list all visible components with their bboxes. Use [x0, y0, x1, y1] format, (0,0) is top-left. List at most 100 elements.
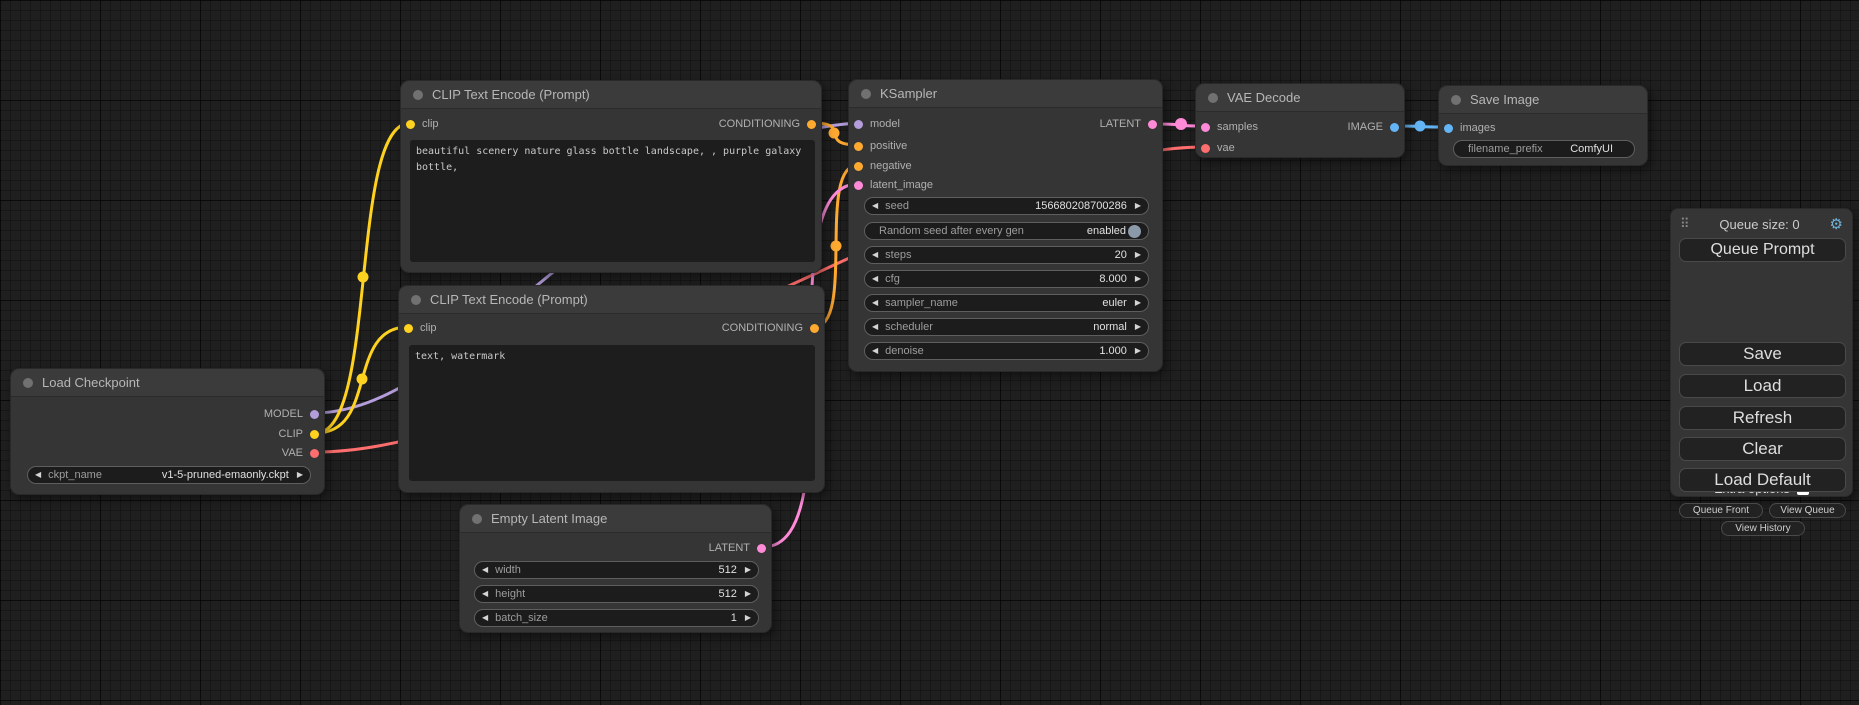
- model-slot-icon[interactable]: [854, 120, 863, 129]
- increment-arrow-icon[interactable]: ▶: [1135, 347, 1141, 355]
- widget-denoise[interactable]: ◀ denoise 1.000 ▶: [864, 342, 1149, 360]
- view-history-button[interactable]: View History: [1721, 521, 1805, 536]
- node-header[interactable]: VAE Decode: [1196, 84, 1404, 112]
- node-clip-text-encode-negative[interactable]: CLIP Text Encode (Prompt) clip CONDITION…: [398, 285, 825, 493]
- output-slot-image[interactable]: IMAGE: [1348, 120, 1399, 134]
- decrement-arrow-icon[interactable]: ◀: [872, 202, 878, 210]
- latent-slot-icon[interactable]: [854, 181, 863, 190]
- widget-sampler-name[interactable]: ◀ sampler_name euler ▶: [864, 294, 1149, 312]
- decrement-arrow-icon[interactable]: ◀: [482, 590, 488, 598]
- prev-option-arrow-icon[interactable]: ◀: [872, 299, 878, 307]
- queue-front-button[interactable]: Queue Front: [1679, 503, 1763, 518]
- collapse-dot-icon[interactable]: [413, 90, 423, 100]
- output-slot-conditioning[interactable]: CONDITIONING: [722, 321, 819, 335]
- model-slot-icon[interactable]: [310, 410, 319, 419]
- node-header[interactable]: Save Image: [1439, 86, 1647, 114]
- clip-slot-icon[interactable]: [406, 120, 415, 129]
- queue-prompt-button[interactable]: Queue Prompt: [1679, 238, 1846, 262]
- latent-slot-icon[interactable]: [757, 544, 766, 553]
- widget-filename-prefix[interactable]: filename_prefix ComfyUI: [1453, 140, 1635, 158]
- output-slot-vae[interactable]: VAE: [282, 446, 319, 460]
- conditioning-slot-icon[interactable]: [810, 324, 819, 333]
- image-slot-icon[interactable]: [1390, 123, 1399, 132]
- node-ksampler[interactable]: KSampler model positive negative latent_…: [848, 79, 1163, 372]
- input-slot-model[interactable]: model: [854, 117, 900, 131]
- widget-batch-size[interactable]: ◀ batch_size 1 ▶: [474, 609, 759, 627]
- node-save-image[interactable]: Save Image images filename_prefix ComfyU…: [1438, 85, 1648, 166]
- output-slot-clip[interactable]: CLIP: [279, 427, 319, 441]
- save-button[interactable]: Save: [1679, 342, 1846, 366]
- node-empty-latent-image[interactable]: Empty Latent Image LATENT ◀ width 512 ▶ …: [459, 504, 772, 633]
- node-clip-text-encode-positive[interactable]: CLIP Text Encode (Prompt) clip CONDITION…: [400, 80, 822, 273]
- clear-button[interactable]: Clear: [1679, 437, 1846, 461]
- conditioning-slot-icon[interactable]: [854, 142, 863, 151]
- toggle-knob-icon[interactable]: [1128, 225, 1141, 238]
- input-slot-positive[interactable]: positive: [854, 139, 907, 153]
- increment-arrow-icon[interactable]: ▶: [1135, 275, 1141, 283]
- conditioning-slot-icon[interactable]: [854, 162, 863, 171]
- input-slot-images[interactable]: images: [1444, 121, 1495, 135]
- vae-slot-icon[interactable]: [310, 449, 319, 458]
- increment-arrow-icon[interactable]: ▶: [745, 566, 751, 574]
- increment-arrow-icon[interactable]: ▶: [1135, 251, 1141, 259]
- collapse-dot-icon[interactable]: [1208, 93, 1218, 103]
- prompt-textarea[interactable]: beautiful scenery nature glass bottle la…: [410, 140, 815, 262]
- input-slot-samples[interactable]: samples: [1201, 120, 1258, 134]
- collapse-dot-icon[interactable]: [411, 295, 421, 305]
- prompt-textarea[interactable]: text, watermark: [409, 345, 815, 481]
- latent-slot-icon[interactable]: [1148, 120, 1157, 129]
- comfyui-canvas[interactable]: { "colors": { "model": "#B39DDB", "clip"…: [0, 0, 1859, 705]
- load-default-button[interactable]: Load Default: [1679, 468, 1846, 492]
- widget-scheduler[interactable]: ◀ scheduler normal ▶: [864, 318, 1149, 336]
- image-slot-icon[interactable]: [1444, 124, 1453, 133]
- decrement-arrow-icon[interactable]: ◀: [872, 347, 878, 355]
- collapse-dot-icon[interactable]: [861, 89, 871, 99]
- input-slot-vae[interactable]: vae: [1201, 141, 1235, 155]
- decrement-arrow-icon[interactable]: ◀: [482, 566, 488, 574]
- increment-arrow-icon[interactable]: ▶: [1135, 202, 1141, 210]
- node-load-checkpoint[interactable]: Load Checkpoint MODEL CLIP VAE ◀ ckpt_na…: [10, 368, 325, 495]
- input-slot-negative[interactable]: negative: [854, 159, 912, 173]
- widget-ckpt-name[interactable]: ◀ ckpt_name v1-5-pruned-emaonly.ckpt ▶: [27, 466, 311, 484]
- widget-seed[interactable]: ◀ seed 156680208700286 ▶: [864, 197, 1149, 215]
- decrement-arrow-icon[interactable]: ◀: [35, 471, 41, 479]
- input-slot-clip[interactable]: clip: [406, 117, 439, 131]
- node-vae-decode[interactable]: VAE Decode samples vae IMAGE: [1195, 83, 1405, 158]
- input-slot-clip[interactable]: clip: [404, 321, 437, 335]
- decrement-arrow-icon[interactable]: ◀: [482, 614, 488, 622]
- widget-cfg[interactable]: ◀ cfg 8.000 ▶: [864, 270, 1149, 288]
- collapse-dot-icon[interactable]: [472, 514, 482, 524]
- increment-arrow-icon[interactable]: ▶: [297, 471, 303, 479]
- view-queue-button[interactable]: View Queue: [1769, 503, 1846, 518]
- output-slot-latent[interactable]: LATENT: [709, 541, 766, 555]
- collapse-dot-icon[interactable]: [23, 378, 33, 388]
- widget-steps[interactable]: ◀ steps 20 ▶: [864, 246, 1149, 264]
- node-header[interactable]: Empty Latent Image: [460, 505, 771, 533]
- increment-arrow-icon[interactable]: ▶: [745, 590, 751, 598]
- collapse-dot-icon[interactable]: [1451, 95, 1461, 105]
- clip-slot-icon[interactable]: [404, 324, 413, 333]
- gear-icon[interactable]: ⚙: [1830, 215, 1843, 233]
- clip-slot-icon[interactable]: [310, 430, 319, 439]
- input-slot-latent-image[interactable]: latent_image: [854, 178, 933, 192]
- conditioning-slot-icon[interactable]: [807, 120, 816, 129]
- output-slot-conditioning[interactable]: CONDITIONING: [719, 117, 816, 131]
- prev-option-arrow-icon[interactable]: ◀: [872, 323, 878, 331]
- decrement-arrow-icon[interactable]: ◀: [872, 275, 878, 283]
- refresh-button[interactable]: Refresh: [1679, 406, 1846, 430]
- widget-width[interactable]: ◀ width 512 ▶: [474, 561, 759, 579]
- node-header[interactable]: CLIP Text Encode (Prompt): [401, 81, 821, 109]
- widget-height[interactable]: ◀ height 512 ▶: [474, 585, 759, 603]
- next-option-arrow-icon[interactable]: ▶: [1135, 323, 1141, 331]
- node-header[interactable]: KSampler: [849, 80, 1162, 108]
- drag-handle-icon[interactable]: ⠿: [1680, 216, 1690, 232]
- node-header[interactable]: CLIP Text Encode (Prompt): [399, 286, 824, 314]
- widget-random-seed-toggle[interactable]: Random seed after every gen enabled: [864, 222, 1149, 240]
- output-slot-model[interactable]: MODEL: [264, 407, 319, 421]
- increment-arrow-icon[interactable]: ▶: [745, 614, 751, 622]
- latent-slot-icon[interactable]: [1201, 123, 1210, 132]
- node-header[interactable]: Load Checkpoint: [11, 369, 324, 397]
- output-slot-latent[interactable]: LATENT: [1100, 117, 1157, 131]
- vae-slot-icon[interactable]: [1201, 144, 1210, 153]
- load-button[interactable]: Load: [1679, 374, 1846, 398]
